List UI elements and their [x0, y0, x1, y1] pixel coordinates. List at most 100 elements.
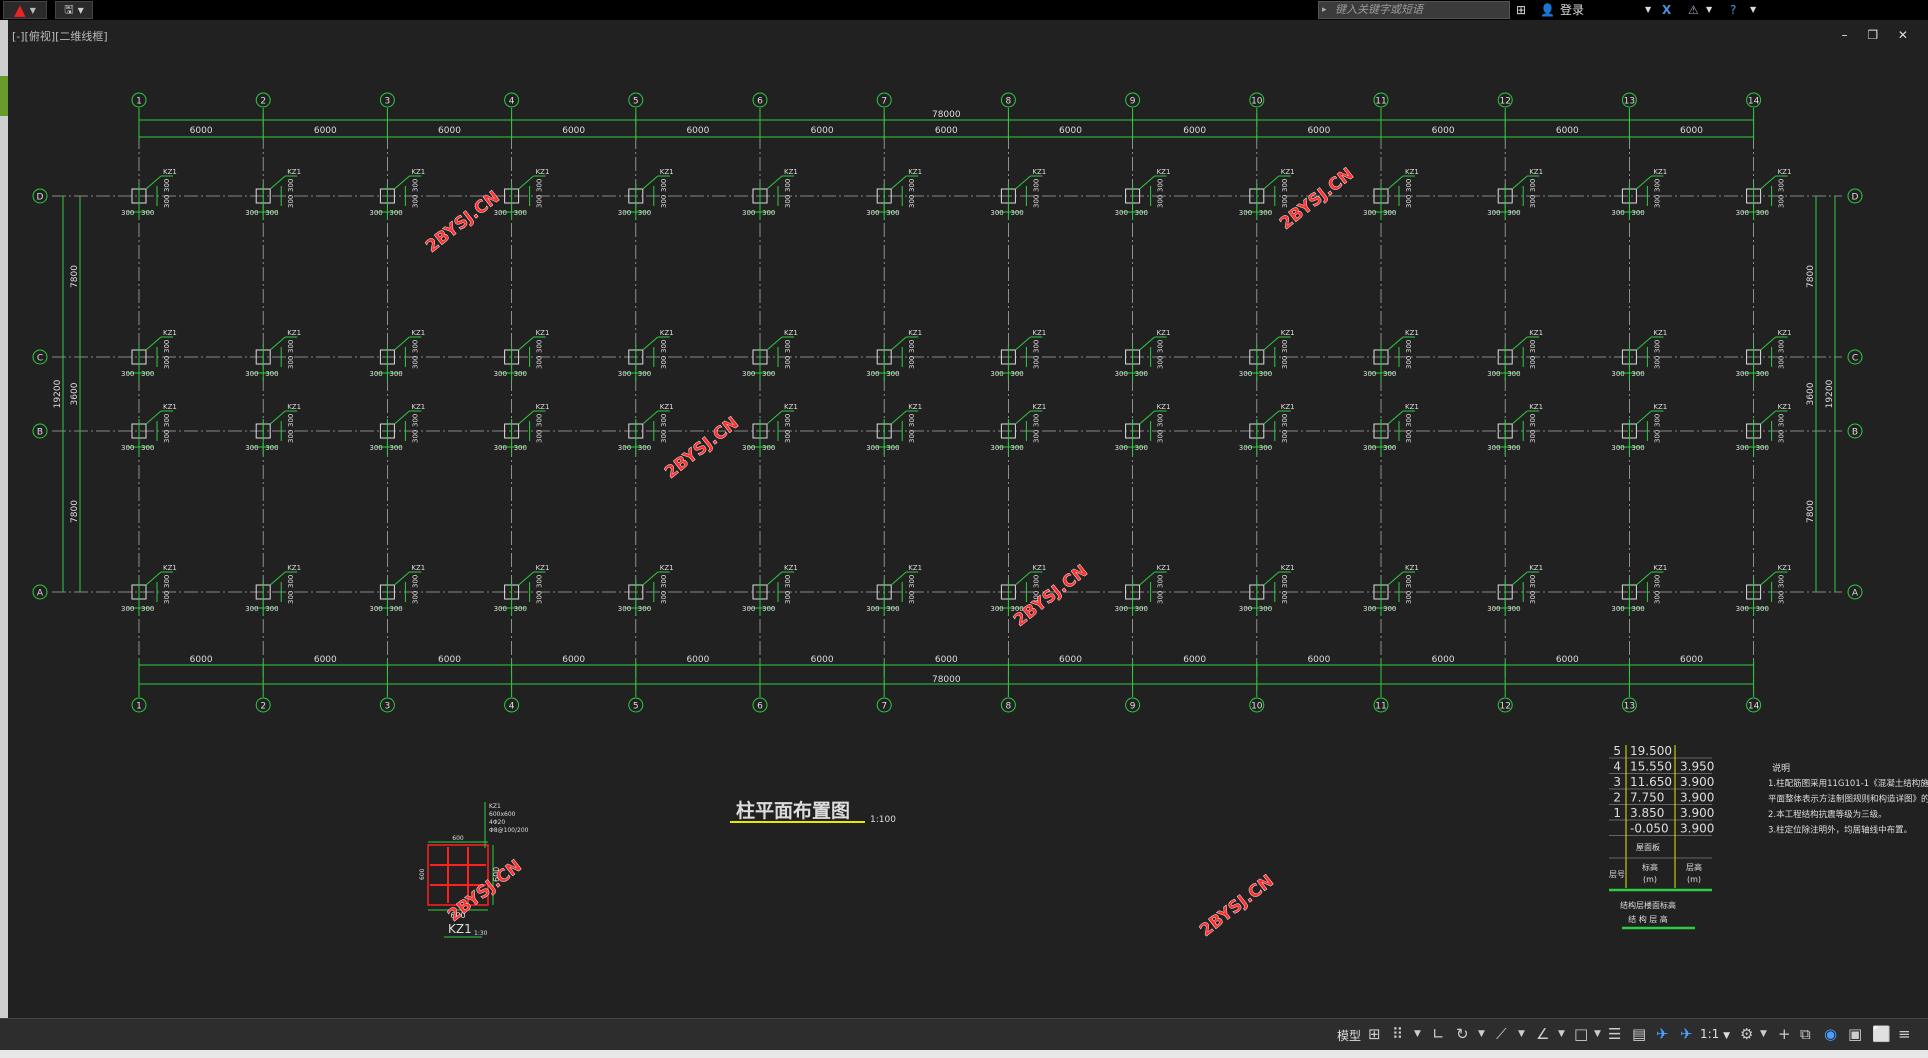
- column-dim-text: 300: [638, 444, 651, 452]
- column-tag: KZ1: [1281, 329, 1295, 337]
- floor-height: 3.900: [1680, 775, 1714, 789]
- snap-icon[interactable]: ⠿: [1392, 1026, 1403, 1042]
- column-tag: KZ1: [287, 168, 301, 176]
- isodraft-icon[interactable]: ⟋: [1496, 1026, 1507, 1042]
- ortho-icon[interactable]: ∟: [1432, 1026, 1445, 1042]
- column-dim-text: 300: [141, 605, 154, 613]
- column-dim-text: 300: [245, 605, 258, 613]
- chevron-down-icon[interactable]: ▼: [1518, 1026, 1525, 1042]
- isolate-objects-icon[interactable]: ◉: [1824, 1026, 1837, 1042]
- column-dim-text: 300: [1653, 340, 1661, 353]
- column-dim-text: 300: [1631, 605, 1644, 613]
- dim-text-bay: 6000: [190, 126, 213, 136]
- hardware-acceleration-icon[interactable]: ▣: [1848, 1026, 1862, 1042]
- dim-text-side: 7800: [1806, 500, 1816, 523]
- column-dim-text: 300: [1653, 575, 1661, 588]
- column-leader: [642, 571, 659, 586]
- column-dim-text: 300: [389, 605, 402, 613]
- taskbar-strip: [0, 1050, 1928, 1058]
- chevron-down-icon[interactable]: ▼: [1594, 1026, 1601, 1042]
- object-snap-icon[interactable]: □: [1574, 1026, 1588, 1042]
- column-tag: KZ1: [1032, 403, 1046, 411]
- column-dim-text: 300: [1778, 414, 1786, 427]
- column-dim-text: 300: [1487, 370, 1500, 378]
- column-leader: [642, 336, 659, 351]
- column-tag: KZ1: [1778, 403, 1792, 411]
- column-leader: [518, 336, 534, 351]
- grid-icon[interactable]: ⊞: [1368, 1026, 1381, 1042]
- axis-number: 10: [1251, 702, 1263, 712]
- column-dim-text: 300: [1281, 575, 1289, 588]
- plus-icon[interactable]: +: [1778, 1026, 1791, 1042]
- floor-elevation: -0.050: [1630, 822, 1669, 836]
- column-tag: KZ1: [1281, 564, 1295, 572]
- axis-number: 9: [1130, 97, 1136, 107]
- column-dim-text: 300: [660, 591, 668, 604]
- column-dim-text: 300: [618, 605, 631, 613]
- column-leader: [269, 571, 286, 586]
- column-dim-text: 300: [1778, 340, 1786, 353]
- annotation-visibility-icon[interactable]: ✈: [1680, 1026, 1693, 1042]
- annotation-monitor-icon[interactable]: ✈: [1656, 1026, 1669, 1042]
- polar-icon[interactable]: ↻: [1456, 1026, 1469, 1042]
- column-tag: KZ1: [1529, 564, 1543, 572]
- chevron-down-icon[interactable]: ▼: [1478, 1026, 1485, 1042]
- customize-icon[interactable]: ≡: [1898, 1026, 1911, 1042]
- dim-text-bay: 6000: [1432, 126, 1455, 136]
- floor-elevation: 19.500: [1630, 744, 1672, 758]
- object-snap-tracking-icon[interactable]: ∠: [1536, 1026, 1549, 1042]
- column-dim-text: 300: [163, 340, 171, 353]
- column-dim-text: 300: [1611, 605, 1624, 613]
- chevron-down-icon[interactable]: ▼: [1558, 1026, 1565, 1042]
- clean-screen-icon[interactable]: ⬜: [1872, 1026, 1891, 1042]
- column-dim-text: 300: [742, 444, 755, 452]
- column-dim-text: 300: [1507, 444, 1520, 452]
- plan-title: 柱平面布置图: [736, 799, 850, 822]
- model-tab[interactable]: 模型: [1337, 1027, 1361, 1044]
- column-dim-text: 300: [908, 340, 916, 353]
- column-dim-text: 300: [660, 414, 668, 427]
- column-dim-text: 300: [1239, 444, 1252, 452]
- chevron-down-icon[interactable]: ▼: [1414, 1026, 1421, 1042]
- transparency-icon[interactable]: ▤: [1632, 1026, 1646, 1042]
- column-dim-text: 300: [411, 414, 419, 427]
- column-tag: KZ1: [411, 564, 425, 572]
- note-line: 2.本工程结构抗震等级为三级。: [1768, 809, 1887, 820]
- column-tag: KZ1: [1529, 403, 1543, 411]
- dim-text-total: 78000: [932, 675, 961, 685]
- column-leader: [1263, 175, 1280, 190]
- column-dim-text: 300: [1405, 575, 1413, 588]
- column-dim-text: 300: [141, 444, 154, 452]
- column-dim-text: 300: [121, 605, 134, 613]
- gear-icon[interactable]: ⚙: [1740, 1026, 1753, 1042]
- drawing-canvas[interactable]: 1 2 3 4 5 6 7 8 9 10 11 12 13 141 2 3 4 5 6 7 8 9 10 11 12 13 14DC…: [0, 0, 1928, 1018]
- chevron-down-icon[interactable]: ▼: [1760, 1026, 1767, 1042]
- column-dim-text: 300: [886, 605, 899, 613]
- workspace-icon[interactable]: ⧉: [1800, 1026, 1811, 1042]
- dim-text-bay: 6000: [190, 655, 213, 665]
- watermark-text: 2BYSJ.CN: [422, 187, 504, 257]
- detail-dim-text: 600: [452, 835, 464, 842]
- axis-letter: D: [1852, 193, 1859, 203]
- column-dim-text: 300: [784, 575, 792, 588]
- column-dim-text: 300: [1259, 370, 1272, 378]
- column-tag: KZ1: [1653, 168, 1667, 176]
- annotation-scale[interactable]: 1:1 ▼: [1700, 1027, 1730, 1041]
- column-leader: [145, 336, 162, 351]
- column-dim-text: 300: [990, 209, 1003, 217]
- column-dim-text: 300: [1157, 195, 1165, 208]
- column-tag: KZ1: [1653, 329, 1667, 337]
- column-dim-text: 300: [638, 370, 651, 378]
- floor-height: 3.900: [1680, 806, 1714, 820]
- axis-number: 13: [1624, 702, 1635, 712]
- column-dim-text: 300: [1756, 605, 1769, 613]
- lineweight-icon[interactable]: ☰: [1608, 1026, 1621, 1042]
- column-dim-text: 300: [245, 444, 258, 452]
- column-tag: KZ1: [784, 403, 798, 411]
- column-leader: [1511, 175, 1528, 190]
- dim-text-bay: 6000: [438, 655, 461, 665]
- table-head-height: 层高: [1686, 862, 1702, 872]
- column-dim-text: 300: [369, 370, 382, 378]
- column-dim-text: 300: [287, 195, 295, 208]
- dim-text-bay: 6000: [935, 126, 958, 136]
